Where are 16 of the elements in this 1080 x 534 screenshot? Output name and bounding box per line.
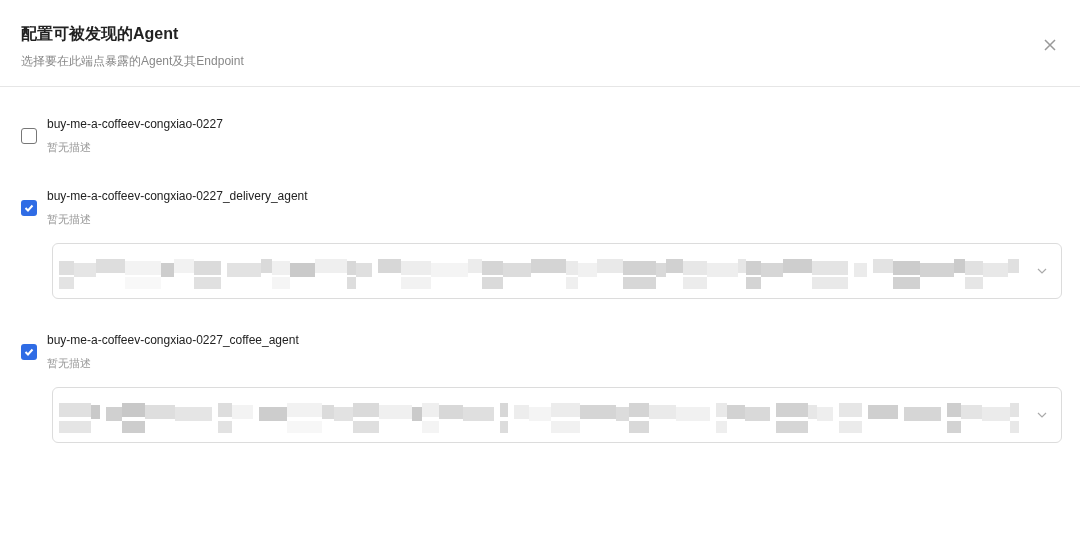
chevron-down-icon bbox=[1037, 412, 1047, 418]
agent-name: buy-me-a-coffeev-congxiao-0227_coffee_agent bbox=[47, 333, 299, 347]
checkmark-icon bbox=[24, 203, 34, 213]
agent-name: buy-me-a-coffeev-congxiao-0227_delivery_agent bbox=[47, 189, 308, 203]
agent-description: 暂无描述 bbox=[47, 356, 92, 371]
checkbox[interactable] bbox=[21, 200, 37, 216]
agent-description: 暂无描述 bbox=[47, 140, 92, 155]
checkbox[interactable] bbox=[21, 344, 37, 360]
chevron-down-icon bbox=[1037, 268, 1047, 274]
dialog-title: 配置可被发现的Agent bbox=[21, 24, 180, 44]
dialog-subtitle: 选择要在此端点暴露的Agent及其Endpoint bbox=[21, 53, 244, 70]
checkmark-icon bbox=[24, 347, 34, 357]
close-icon[interactable] bbox=[1043, 38, 1057, 52]
agent-description: 暂无描述 bbox=[47, 212, 92, 227]
agent-name: buy-me-a-coffeev-congxiao-0227 bbox=[47, 117, 223, 131]
checkbox[interactable] bbox=[21, 128, 37, 144]
